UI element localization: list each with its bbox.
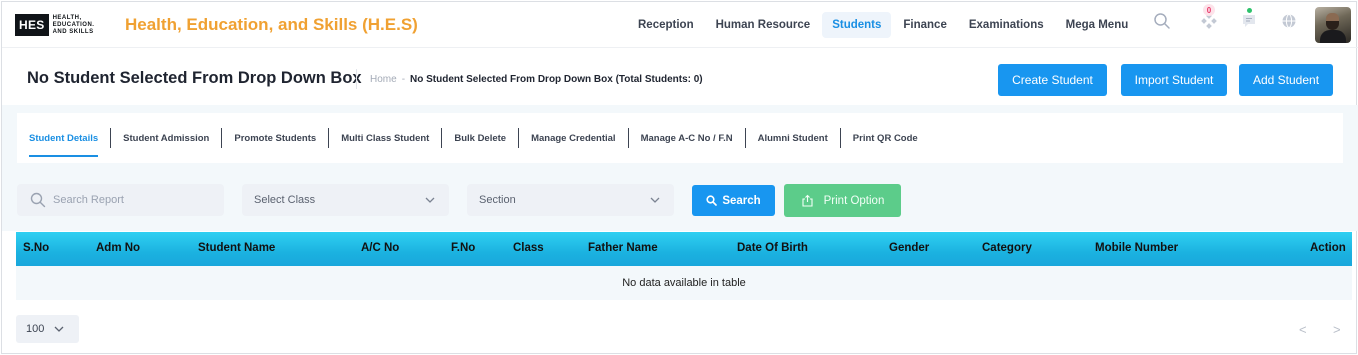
logo[interactable]: HES HEALTH, EDUCATION. AND SKILLS: [15, 13, 107, 37]
add-student-button[interactable]: Add Student: [1239, 64, 1333, 96]
chevron-down-icon: [54, 326, 64, 332]
print-option-label: Print Option: [823, 194, 885, 207]
app-title: Health, Education, and Skills (H.E.S): [125, 15, 418, 34]
breadcrumb-separator: -: [401, 74, 406, 85]
tab-bulk-delete[interactable]: Bulk Delete: [442, 113, 518, 163]
breadcrumb: Home - No Student Selected From Drop Dow…: [370, 74, 703, 85]
tab-promote-students[interactable]: Promote Students: [222, 113, 328, 163]
share-icon: [801, 194, 814, 207]
student-tabs: Student Details Student Admission Promot…: [17, 113, 1343, 163]
class-select[interactable]: Select Class: [242, 184, 449, 216]
chevron-down-icon: [425, 194, 435, 206]
section-select-value: Section: [479, 194, 516, 206]
page-title: No Student Selected From Drop Down Box: [27, 69, 362, 87]
search-report-input[interactable]: [53, 194, 203, 206]
logo-text: HEALTH, EDUCATION. AND SKILLS: [53, 15, 95, 36]
logo-line-3: AND SKILLS: [52, 28, 94, 35]
page-size-select[interactable]: 100: [16, 315, 79, 343]
column-header[interactable]: A/C No: [361, 242, 399, 254]
column-header[interactable]: Category: [982, 242, 1032, 254]
logo-mark: HES: [15, 14, 49, 36]
search-button-label: Search: [722, 194, 761, 207]
tab-multi-class-student[interactable]: Multi Class Student: [329, 113, 441, 163]
logo-line-1: HEALTH,: [52, 14, 82, 21]
tab-student-details[interactable]: Student Details: [17, 113, 110, 163]
breadcrumb-home[interactable]: Home: [370, 74, 397, 85]
column-header[interactable]: Student Name: [198, 242, 275, 254]
divider: [356, 69, 357, 89]
message-icon[interactable]: [1238, 10, 1260, 32]
tab-alumni-student[interactable]: Alumni Student: [746, 113, 840, 163]
page-size-value: 100: [26, 323, 45, 335]
user-avatar[interactable]: [1315, 7, 1351, 43]
section-select[interactable]: Section: [467, 184, 674, 216]
nav-human-resource[interactable]: Human Resource: [706, 12, 821, 38]
column-header[interactable]: Adm No: [96, 242, 140, 254]
search-icon[interactable]: [1151, 10, 1173, 32]
chevron-down-icon: [650, 194, 660, 206]
search-icon: [706, 195, 718, 206]
tab-manage-credential[interactable]: Manage Credential: [519, 113, 627, 163]
search-report-box[interactable]: [17, 184, 224, 216]
tab-student-admission[interactable]: Student Admission: [111, 113, 221, 163]
column-header[interactable]: Date Of Birth: [737, 242, 808, 254]
class-select-value: Select Class: [254, 194, 316, 206]
app-frame: HES HEALTH, EDUCATION. AND SKILLS Health…: [1, 1, 1358, 354]
nav-mega-menu[interactable]: Mega Menu: [1056, 12, 1139, 38]
breadcrumb-current: No Student Selected From Drop Down Box (…: [410, 74, 703, 85]
logo-line-2: EDUCATION.: [52, 21, 95, 28]
column-header[interactable]: Action: [1310, 242, 1346, 254]
prev-page-button[interactable]: <: [1299, 322, 1307, 337]
search-button[interactable]: Search: [692, 185, 775, 216]
notification-badge: 0: [1203, 4, 1215, 16]
globe-icon[interactable]: [1278, 10, 1300, 32]
column-header[interactable]: Father Name: [588, 242, 658, 254]
tab-print-qr-code[interactable]: Print QR Code: [841, 113, 930, 163]
nav-reception[interactable]: Reception: [628, 12, 704, 38]
nav-finance[interactable]: Finance: [893, 12, 956, 38]
nav-students[interactable]: Students: [822, 12, 892, 38]
import-student-button[interactable]: Import Student: [1121, 64, 1227, 96]
column-header[interactable]: S.No: [23, 242, 49, 254]
column-header[interactable]: Gender: [889, 242, 929, 254]
table-header: S.No Adm No Student Name A/C No F.No Cla…: [16, 232, 1352, 266]
main-nav: Reception Human Resource Students Financ…: [628, 11, 1140, 39]
print-option-button[interactable]: Print Option: [784, 184, 901, 217]
column-header[interactable]: Mobile Number: [1095, 242, 1178, 254]
filter-bar: Select Class Section Search Print Option: [2, 163, 1358, 231]
top-navbar: HES HEALTH, EDUCATION. AND SKILLS Health…: [2, 2, 1358, 48]
online-status-dot: [1247, 8, 1252, 13]
column-header[interactable]: F.No: [451, 242, 475, 254]
table-empty-row: No data available in table: [16, 266, 1352, 300]
tabs-area: Student Details Student Admission Promot…: [2, 105, 1358, 163]
column-header[interactable]: Class: [513, 242, 544, 254]
create-student-button[interactable]: Create Student: [998, 64, 1107, 96]
nav-examinations[interactable]: Examinations: [959, 12, 1054, 38]
next-page-button[interactable]: >: [1333, 322, 1341, 337]
search-icon: [30, 192, 46, 208]
tab-manage-ac-no[interactable]: Manage A-C No / F.N: [629, 113, 745, 163]
page-header: No Student Selected From Drop Down Box H…: [2, 49, 1358, 105]
